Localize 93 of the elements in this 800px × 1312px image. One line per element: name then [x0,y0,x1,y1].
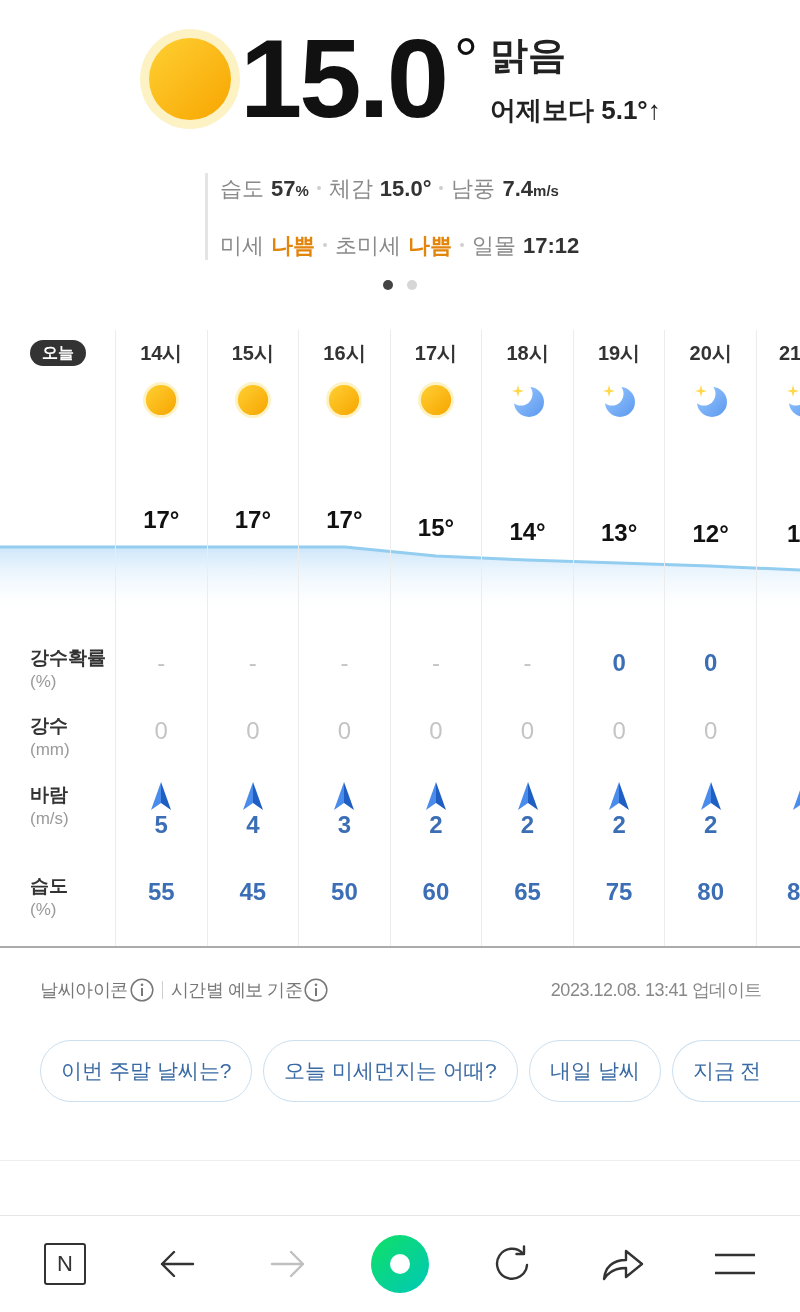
chance-value: - [248,648,257,678]
forward-arrow-icon [270,1249,307,1279]
wind-arrow-icon [334,782,355,810]
chance-value: 0 [703,648,718,678]
unit-label: (%) [30,899,57,921]
detail-label: 미세 [220,231,264,260]
humidity-value: 75 [605,877,633,907]
rainfall-value: 0 [703,716,718,746]
wind-speed-value: 2 [703,810,718,840]
unit-label: (m/s) [30,808,69,830]
info-label: 날씨아이콘 [40,978,128,1002]
humidity-value: 55 [147,877,175,907]
weather-condition: 맑음 [490,33,567,77]
update-time: 2023.12.08. 13:41 업데이트 [550,978,762,1002]
rainfall-value: 0 [154,716,168,746]
unit-label: (mm) [30,739,70,761]
back-arrow-icon [158,1249,195,1279]
info-label: 시간별 예보 기준 [170,978,302,1002]
rainfall-value: 0 [612,716,626,746]
hour-label: 20시 [689,340,732,366]
logo-button[interactable]: N [43,1243,86,1285]
hour-label: 16시 [323,340,366,366]
temperature-label: 17° [326,509,363,531]
today-badge: 오늘 [30,339,86,366]
row-label: 강수확률 [30,646,106,670]
wind-speed-value: 2 [612,810,626,840]
row-label: 바람 [30,783,68,807]
wind-speed-value: 2 [429,810,443,840]
page-dot[interactable] [407,280,417,290]
chance-value: - [523,648,532,678]
humidity-value: 80 [697,877,724,907]
temperature-label: 15° [417,517,455,539]
wind-arrow-icon [242,782,263,810]
chance-value: - [431,648,440,678]
humidity-value: 60 [422,877,450,907]
row-label: 강수 [30,714,68,738]
hour-label: 14시 [140,340,183,366]
wind-speed-value: 3 [337,810,352,840]
page-dot[interactable] [383,280,393,290]
wind-speed-value: 2 [520,810,535,840]
hour-label: 15시 [231,340,274,366]
detail-value: 나쁨 [271,231,315,260]
detail-value: 15.0° [379,174,432,203]
wind-arrow-icon [700,782,721,810]
suggestion-chip[interactable]: 지금 전 [671,1040,800,1102]
wind-speed-value: 4 [246,810,260,840]
current-temperature: 15.0$^{°}$ [240,23,478,135]
ring-icon [371,1235,429,1293]
wind-arrow-icon [609,782,630,810]
temperature-label: 12° [692,523,729,545]
info-icon[interactable] [304,978,328,1002]
detail-label: 습도 [220,174,264,203]
suggestion-chip[interactable]: 이번 주말 날씨는? [40,1040,253,1102]
temperature-label: 13° [600,522,638,544]
detail-value: 57% [271,174,309,203]
temperature-label: 17° [234,509,271,531]
detail-value: 나쁨 [408,231,452,260]
suggestion-chip[interactable]: 오늘 미세먼지는 어때? [263,1040,518,1102]
rainfall-value: 0 [520,716,535,746]
hour-label: 18시 [506,340,549,366]
wind-speed-value: 5 [154,810,168,840]
row-label: 습도 [30,874,68,898]
wind-arrow-icon [151,782,172,810]
sun-icon [140,29,240,129]
chance-value: - [157,648,166,678]
chance-value: 0 [612,648,626,678]
temperature-label: 14° [509,521,546,543]
wind-arrow-icon [425,782,446,810]
rainfall-value: 0 [246,716,260,746]
detail-value: 7.4m/s [502,174,559,203]
menu-icon [714,1253,757,1275]
chance-value: - [340,648,349,678]
wind-arrow-icon [517,782,538,810]
hour-label: 21 [778,340,800,366]
humidity-value: 45 [239,877,267,907]
suggestion-chip[interactable]: 내일 날씨 [528,1040,661,1102]
temperature-label: 17° [143,509,180,531]
rainfall-value: 0 [337,716,352,746]
detail-label: 체감 [328,174,373,203]
rainfall-value: 0 [429,716,443,746]
yesterday-comparison: 어제보다 5.1°↑ [490,94,661,127]
detail-label: 남풍 [451,174,496,203]
humidity-value: 65 [514,877,541,907]
detail-value: 17:12 [523,231,580,260]
humidity-value: 50 [331,877,358,907]
humidity-value: 8 [786,877,800,907]
temperature-label: 1 [786,523,800,545]
hour-label: 19시 [597,340,641,366]
info-icon[interactable] [129,978,154,1002]
detail-label: 일몰 [472,231,516,260]
hour-label: 17시 [414,340,458,366]
detail-label: 초미세 [335,231,401,260]
unit-label: (%) [30,671,57,693]
